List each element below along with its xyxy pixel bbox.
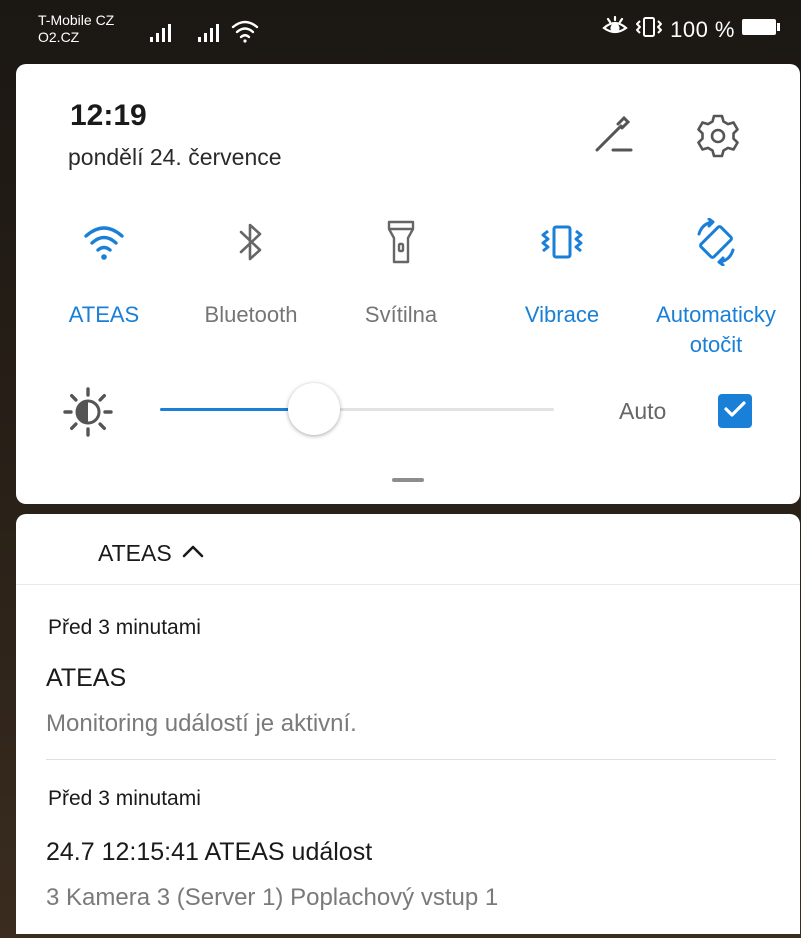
carrier-names: T-Mobile CZ O2.CZ (38, 12, 114, 46)
auto-rotate-icon (646, 214, 786, 270)
brightness-icon (62, 386, 114, 438)
status-right-icons: 100 % (602, 15, 781, 44)
auto-brightness-checkbox[interactable] (718, 394, 752, 428)
signal-icon (198, 24, 222, 47)
tile-auto-rotate[interactable]: Automaticky otočit (646, 214, 786, 360)
notification-title: 24.7 12:15:41 ATEAS událost (46, 838, 373, 866)
bluetooth-icon (181, 214, 321, 270)
tile-label: Vibrace (524, 302, 600, 327)
vibrate-icon (634, 16, 664, 44)
carrier-2: O2.CZ (38, 29, 80, 45)
signal-icon (150, 24, 174, 47)
clock[interactable]: 12:19 (70, 99, 147, 133)
tile-label: ATEAS (68, 302, 140, 327)
date[interactable]: pondělí 24. července (68, 144, 282, 171)
notification-app-name: ATEAS (98, 540, 172, 566)
brightness-slider[interactable] (160, 383, 554, 435)
notification-header[interactable]: ATEAS (98, 540, 204, 567)
settings-button[interactable] (692, 110, 744, 162)
notification-time: Před 3 minutami (48, 616, 201, 639)
flashlight-icon (331, 214, 471, 270)
tile-label-line2: otočit (689, 332, 743, 357)
divider (16, 584, 800, 585)
panel-drag-handle[interactable] (392, 478, 424, 482)
tile-label: Bluetooth (204, 302, 298, 327)
checkmark-icon (723, 399, 747, 424)
tile-flashlight[interactable]: Svítilna (331, 214, 471, 330)
edit-icon (591, 115, 637, 164)
tile-wifi[interactable]: ATEAS (34, 214, 174, 330)
eye-comfort-icon (602, 15, 628, 44)
quick-settings-panel: 12:19 pondělí 24. července ATEAS Bluetoo… (16, 64, 800, 504)
notification-body: 3 Kamera 3 (Server 1) Poplachový vstup 1 (46, 884, 499, 911)
gear-icon (692, 114, 744, 166)
brightness-slider-thumb[interactable] (287, 383, 340, 435)
carrier-1: T-Mobile CZ (38, 12, 115, 28)
vibrate-icon (492, 214, 632, 270)
battery-percent: 100 % (670, 17, 735, 42)
wifi-icon (230, 18, 260, 49)
notification-group[interactable]: ATEAS Před 3 minutami ATEAS Monitoring u… (16, 514, 800, 934)
status-bar: T-Mobile CZ O2.CZ 100 % (0, 0, 801, 60)
notification-time: Před 3 minutami (48, 787, 201, 810)
notification-title: ATEAS (46, 664, 127, 692)
chevron-up-icon[interactable] (182, 544, 204, 563)
tile-bluetooth[interactable]: Bluetooth (181, 214, 321, 330)
battery-icon (741, 17, 781, 43)
edit-button[interactable] (591, 114, 637, 160)
divider (46, 759, 776, 760)
tile-vibrate[interactable]: Vibrace (492, 214, 632, 330)
tile-label: Automaticky otočit (646, 300, 786, 360)
auto-brightness-label: Auto (619, 398, 667, 424)
tile-label-line1: Automaticky (656, 302, 776, 327)
wifi-icon (34, 214, 174, 270)
notification-body: Monitoring událostí je aktivní. (46, 710, 357, 737)
tile-label: Svítilna (364, 302, 438, 327)
